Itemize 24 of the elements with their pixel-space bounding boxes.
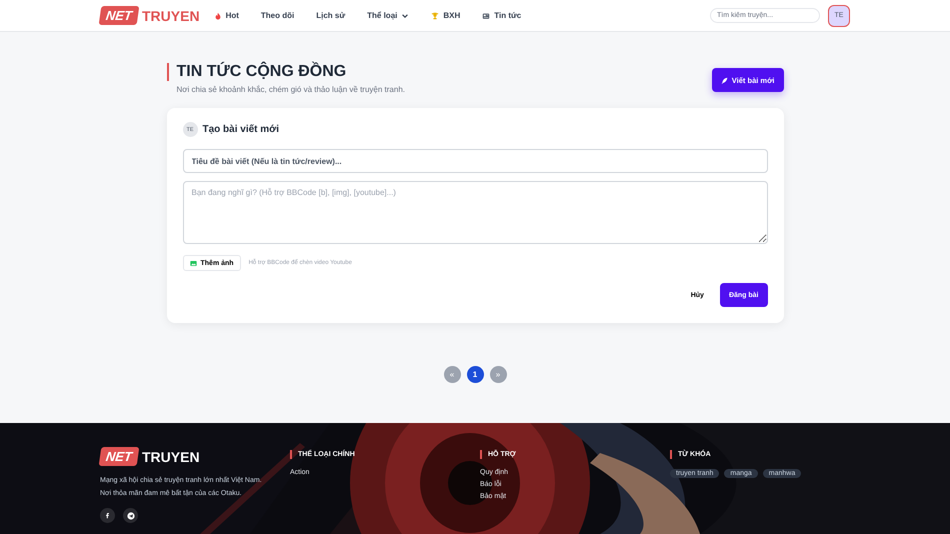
facebook-icon: [104, 512, 111, 519]
nav-link[interactable]: Lịch sử: [316, 11, 346, 20]
newspaper-icon: [482, 12, 490, 20]
nav-link[interactable]: Theo dõi: [260, 11, 294, 20]
telegram-icon: [126, 512, 134, 520]
nav-link[interactable]: Hot: [214, 11, 239, 20]
trophy-icon: [431, 12, 440, 20]
logo-badge: NET: [98, 447, 140, 466]
fire-icon: [214, 12, 222, 20]
composer-heading: Tạo bài viết mới: [202, 124, 280, 135]
page-title: TIN TỨC CỘNG ĐỒNG: [166, 63, 405, 81]
logo-text: TRUYEN: [142, 448, 200, 464]
nav-link[interactable]: Thể loại: [367, 11, 410, 20]
feather-icon: [720, 76, 728, 84]
chevron-down-icon: [401, 12, 410, 20]
title-field[interactable]: Tiêu đề bài viết (Nếu là tin tức/review)...: [182, 149, 768, 173]
page-button[interactable]: 1: [466, 366, 484, 383]
nav-link[interactable]: Tin tức: [482, 11, 522, 20]
nav-link[interactable]: BXH: [431, 11, 460, 20]
content-field[interactable]: Bạn đang nghĩ gì? (Hỗ trợ BBCode [b], [img], [youtube]...): [182, 181, 768, 244]
logo-badge: NET: [98, 6, 140, 25]
page-subtitle: Nơi chia sẻ khoảnh khắc, chém gió và thảo luận về truyện tranh.: [176, 85, 405, 94]
logo-text: TRUYEN: [142, 8, 200, 24]
image-icon: [190, 260, 196, 266]
